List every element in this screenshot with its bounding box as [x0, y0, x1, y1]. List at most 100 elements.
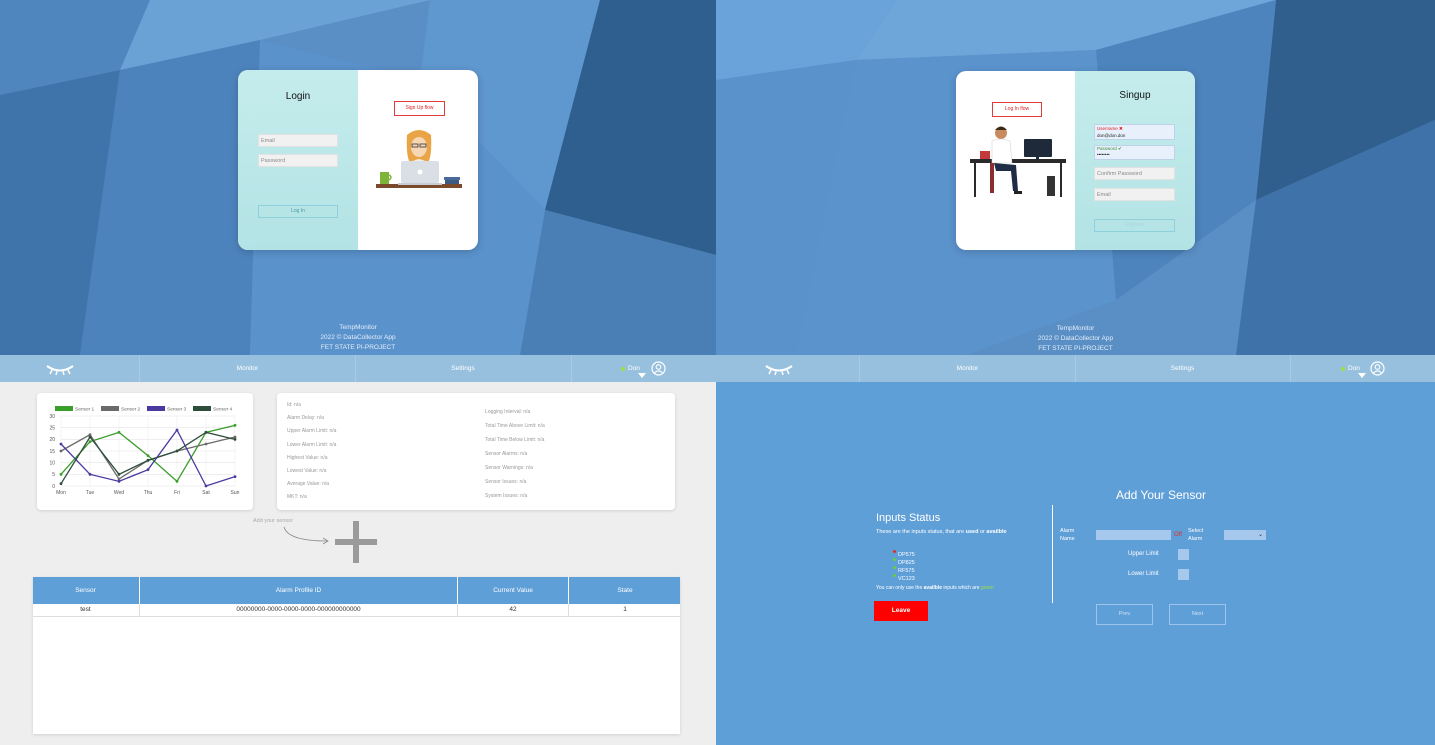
login-footer: TempMonitor 2022 © DataCollector App FET…	[0, 323, 716, 353]
info-item: Lowest Value: n/a	[287, 468, 327, 474]
nav-monitor[interactable]: Monitor	[860, 355, 1075, 382]
legend-label: Sensor 4	[213, 407, 233, 413]
email-field[interactable]: Email	[258, 134, 338, 147]
x-tick-label: Fri	[174, 490, 180, 496]
add-sensor-screen: Monitor Settings Don Add Your Sensor Inp…	[716, 355, 1435, 745]
legend-label: Sensor 1	[75, 407, 95, 413]
col-sensor: Sensor	[75, 587, 96, 594]
note-mid: inputs which are	[942, 585, 981, 591]
inputs-note: You can only use the availble inputs whi…	[876, 585, 994, 591]
data-point	[88, 472, 92, 476]
x-tick-label: Mon	[56, 490, 66, 496]
desc-availble: availble	[986, 529, 1007, 535]
info-item: Sensor Warnings: n/a	[485, 465, 533, 471]
y-tick-label: 5	[52, 472, 55, 478]
info-item: Average Value: n/a	[287, 481, 330, 488]
legend-label: Sensor 2	[121, 407, 141, 413]
x-tick-label: Sun	[231, 490, 240, 496]
woman-laptop-illustration	[376, 130, 462, 188]
data-point	[175, 428, 179, 432]
add-sensor-title: Add Your Sensor	[1115, 488, 1207, 502]
footer-app-name: TempMonitor	[1056, 325, 1095, 332]
sensor-table: Sensor Alarm Profile ID Current Value St…	[33, 577, 680, 734]
top-navbar: Monitor Settings Don	[0, 355, 716, 382]
upper-limit-label: Upper Limit	[1128, 551, 1159, 557]
sensor-info-card: Id: n/a Alarm Delay: n/a Upper Alarm Limit…	[277, 393, 675, 510]
signup-card: Log In flow Singup Username ✖ don@don.do…	[956, 71, 1195, 250]
login-screen: Login Email Password Log In Sign Up flow…	[0, 0, 716, 355]
inputs-status-description: These are the inputs status, that are us…	[876, 529, 1007, 535]
x-tick-label: Thu	[144, 490, 153, 496]
info-item: Sensor Alarms: n/a	[485, 451, 528, 457]
upper-limit-input[interactable]	[1178, 549, 1189, 560]
info-item: Total Time Above Limit: n/a	[485, 423, 545, 429]
cell-alarm-profile-id: 00000000-0000-0000-0000-000000000000	[139, 604, 457, 616]
login-flow-button[interactable]: Log In flow	[992, 102, 1042, 117]
login-button[interactable]: Log In	[258, 205, 338, 218]
legend-label: Sensor 3	[167, 407, 187, 413]
info-item: Id: n/a	[287, 402, 301, 408]
footer-project: FET STATE PI-PROJECT	[1038, 345, 1113, 352]
select-alarm-label: Select Alarm	[1188, 528, 1204, 542]
add-sensor-hint: Add your sensor	[253, 518, 294, 524]
user-avatar-icon[interactable]	[1370, 361, 1385, 376]
info-item: Lower Alarm Limit: n/a	[287, 441, 337, 448]
input-status-item: VC123	[893, 567, 915, 585]
eye-logo-icon[interactable]	[45, 363, 75, 375]
next-button[interactable]: Next	[1169, 604, 1226, 625]
lower-limit-label: Lower Limit	[1128, 571, 1159, 577]
legend-swatch	[55, 406, 73, 411]
signup-flow-button[interactable]: Sign Up flow	[394, 101, 445, 116]
add-sensor-plus-icon[interactable]	[335, 521, 377, 563]
legend-swatch	[193, 406, 211, 411]
desc-pre: These are the inputs status, that are	[876, 529, 966, 535]
data-point	[233, 423, 237, 427]
cell-current-value: 42	[457, 604, 568, 616]
username-field[interactable]: Username ✖ don@don.don	[1094, 124, 1175, 140]
cell-sensor: test	[80, 606, 91, 613]
chevron-down-icon[interactable]	[1358, 373, 1366, 378]
info-item: Logging Interval: n/a	[485, 409, 531, 415]
username-label: Username ✖	[1097, 126, 1123, 131]
x-tick-label: Sat	[202, 490, 210, 496]
register-button[interactable]: Register	[1094, 219, 1175, 232]
eye-logo-icon[interactable]	[764, 363, 794, 375]
monitor-screen: Monitor Settings Don 0 5 10 15 20 25 30 Mon Tue W…	[0, 355, 716, 745]
nav-settings[interactable]: Settings	[356, 355, 570, 382]
data-point	[59, 449, 63, 453]
data-point	[175, 479, 179, 483]
confirm-password-field[interactable]: Confirm Password	[1094, 167, 1175, 180]
user-avatar-icon[interactable]	[651, 361, 666, 376]
y-tick-label: 15	[49, 449, 55, 455]
nav-monitor[interactable]: Monitor	[140, 355, 355, 382]
chevron-down-icon[interactable]	[638, 373, 646, 378]
leave-button[interactable]: Leave	[874, 601, 928, 621]
data-point	[146, 458, 150, 462]
col-current-value: Current Value	[457, 577, 568, 604]
col-alarm-profile-id: Alarm Profile ID	[139, 577, 457, 604]
alarm-name-input[interactable]	[1096, 530, 1171, 540]
note-green: green	[980, 585, 994, 591]
data-point	[59, 472, 63, 476]
prev-button[interactable]: Prev	[1096, 604, 1153, 625]
info-item: MKT: n/a	[287, 494, 307, 501]
lower-limit-input[interactable]	[1178, 569, 1189, 580]
table-row[interactable]: test 00000000-0000-0000-0000-00000000000…	[33, 604, 680, 617]
y-tick-label: 10	[49, 460, 55, 466]
data-point	[204, 484, 208, 488]
select-alarm-dropdown[interactable]: ⌄	[1224, 530, 1266, 540]
signup-password-field[interactable]: Password ✔ ••••••••	[1094, 145, 1175, 160]
footer-app-name: TempMonitor	[339, 324, 377, 331]
username-value: don@don.don	[1097, 133, 1126, 138]
data-point	[59, 482, 63, 486]
signup-screen: Log In flow Singup Username ✖ don@don.do…	[716, 0, 1435, 355]
note-pre: You can only use the	[876, 585, 924, 591]
status-dot	[893, 574, 896, 578]
nav-settings[interactable]: Settings	[1076, 355, 1289, 382]
top-navbar: Monitor Settings Don	[716, 355, 1435, 382]
signup-email-field[interactable]: Email	[1094, 188, 1175, 201]
col-state: State	[568, 577, 681, 604]
nav-divider	[1290, 355, 1291, 382]
sensor-line-chart[interactable]: 0 5 10 15 20 25 30 Mon Tue Wed Thu Fri Sat Sun Sensor …	[37, 393, 253, 510]
password-field[interactable]: Password	[258, 154, 338, 167]
